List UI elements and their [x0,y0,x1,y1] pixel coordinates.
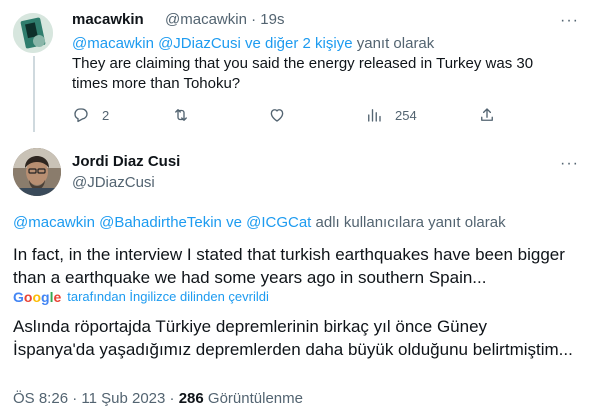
reply-suffix: adlı kullanıcılara yanıt olarak [315,214,506,231]
translated-text: Aslında röportajda Türkiye depremlerinin… [13,317,573,359]
author-handle-and-time: @macawkin · 19s [165,10,284,30]
more-options-icon[interactable]: ··· [560,155,579,173]
heart-icon [270,109,284,122]
like-button[interactable] [268,106,298,124]
tweet-text: They are claiming that you said the ener… [72,55,534,92]
avatar-macawkin[interactable] [13,13,53,53]
avatar-image [13,13,53,53]
views-button[interactable]: 254 [365,106,417,124]
tweet-text: In fact, in the interview I stated that … [13,245,565,287]
tweet-time[interactable]: 19s [260,11,284,28]
separator-dot: · [169,390,175,407]
tweet-actions: 2 254 [72,106,512,128]
reply-mention-macawkin[interactable]: @macawkin [13,214,95,231]
retweet-icon [175,109,187,121]
reply-conjunction: ve [226,214,242,231]
avatar-image [13,148,61,196]
more-options-icon[interactable]: ··· [560,12,579,30]
reply-icon [74,108,88,123]
tweet-time[interactable]: ÖS 8:26 [13,390,68,407]
views-count: 254 [395,107,417,123]
share-button[interactable] [478,106,496,124]
reply-count: 2 [102,107,110,123]
reply-suffix: yanıt olarak [356,35,435,52]
avatar-jdiazcusi[interactable] [13,148,61,196]
reply-mention-bahadir[interactable]: @BahadirtheTekin [99,214,222,231]
google-logo-letter: e [53,289,62,305]
separator-dot: · [251,11,257,28]
author-handle[interactable]: @macawkin [165,11,247,28]
reply-mentions[interactable]: @macawkin @JDiazCusi [72,35,241,52]
retweet-button[interactable] [172,106,202,124]
google-logo-letter: G [13,289,24,305]
google-logo-letter: g [41,289,50,305]
views-label: Görüntülenme [207,390,303,407]
reply-mention-icgcat[interactable]: @ICGCat [246,214,311,231]
translation-attribution: Google tarafından İngilizce dilinden çev… [13,289,269,305]
share-icon [481,108,493,121]
views-count: 286 [178,390,204,407]
author-name[interactable]: Jordi Diaz Cusi [72,152,180,172]
google-logo-letter: o [32,289,42,305]
reply-button[interactable]: 2 [72,106,109,124]
author-name[interactable]: macawkin [72,10,144,30]
reply-context: @macawkin @BahadirtheTekin ve @ICGCat ad… [13,213,506,233]
translation-note[interactable]: tarafından İngilizce dilinden çevrildi [67,289,269,305]
google-logo: Google [13,289,61,305]
tweet-date[interactable]: 11 Şub 2023 [81,390,165,407]
reply-others-link[interactable]: ve diğer 2 kişiye [245,35,353,52]
separator-dot: · [72,390,78,407]
analytics-icon [368,109,381,122]
tweet-metadata: ÖS 8:26 · 11 Şub 2023 · 286 Görüntülenme [13,389,303,409]
author-handle[interactable]: @JDiazCusi [72,173,155,193]
reply-context: @macawkin @JDiazCusi ve diğer 2 kişiye y… [72,34,434,54]
thread-connector-line [33,56,35,132]
